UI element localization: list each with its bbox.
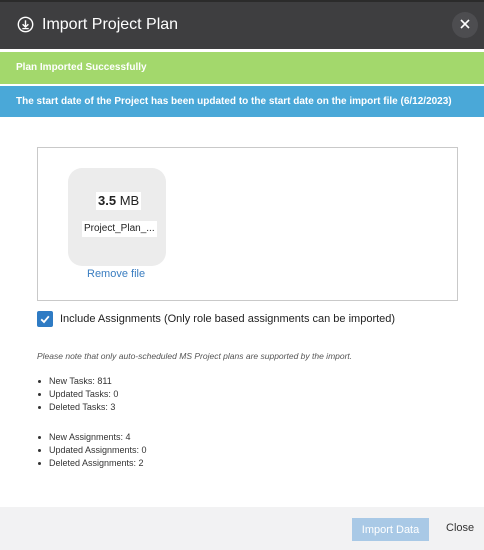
task-stats-list: New Tasks: 811 Updated Tasks: 0 Deleted … [37, 375, 118, 414]
list-item: Updated Assignments: 0 [37, 444, 147, 457]
include-assignments-option[interactable]: Include Assignments (Only role based ass… [37, 311, 395, 327]
dialog-footer: Import Data Close [0, 507, 484, 550]
checkmark-icon [40, 315, 50, 324]
assignment-stats-list: New Assignments: 4 Updated Assignments: … [37, 431, 147, 470]
dialog-header: Import Project Plan [0, 2, 484, 49]
import-note: Please note that only auto-scheduled MS … [37, 351, 353, 361]
list-item: Deleted Tasks: 3 [37, 401, 118, 414]
list-item: Updated Tasks: 0 [37, 388, 118, 401]
close-button[interactable]: Close [446, 522, 474, 534]
list-item: New Tasks: 811 [37, 375, 118, 388]
success-banner: Plan Imported Successfully [0, 52, 484, 84]
file-card: 3.5 MB Project_Plan_... [68, 168, 166, 266]
remove-file-link[interactable]: Remove file [87, 268, 145, 280]
info-banner: The start date of the Project has been u… [0, 86, 484, 117]
include-assignments-label: Include Assignments (Only role based ass… [60, 313, 396, 325]
dialog-title: Import Project Plan [42, 16, 179, 33]
import-icon [17, 16, 34, 33]
file-size: 3.5 MB [96, 192, 142, 210]
list-item: New Assignments: 4 [37, 431, 147, 444]
file-dropzone[interactable]: 3.5 MB Project_Plan_... Remove file [37, 147, 458, 301]
close-dialog-button[interactable] [452, 12, 478, 38]
include-assignments-checkbox[interactable] [37, 311, 53, 327]
import-data-button[interactable]: Import Data [352, 518, 429, 541]
import-project-plan-dialog: Import Project Plan Plan Imported Succes… [0, 0, 484, 550]
file-size-value: 3.5 [98, 193, 117, 208]
close-icon [460, 16, 470, 34]
file-size-unit: MB [119, 193, 140, 208]
file-name: Project_Plan_... [82, 221, 157, 237]
list-item: Deleted Assignments: 2 [37, 457, 147, 470]
